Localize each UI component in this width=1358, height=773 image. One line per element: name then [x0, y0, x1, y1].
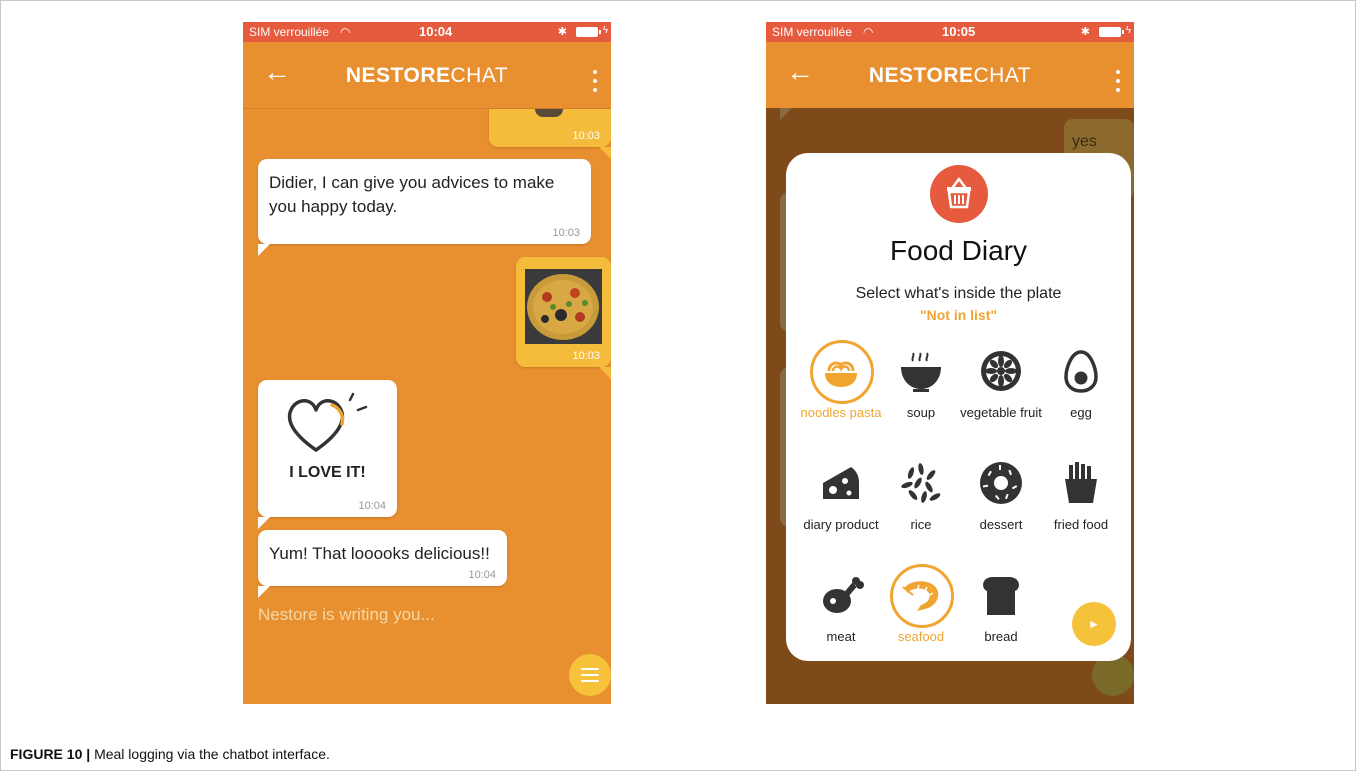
food-diary-dialog: Food Diary Select what's inside the plat…: [786, 153, 1131, 661]
carrier-label: SIM verrouillée: [249, 25, 330, 39]
nav-bar: ← NESTORECHAT: [766, 42, 1134, 108]
figure-frame: [0, 0, 1356, 771]
food-option-meat[interactable]: meat: [800, 565, 882, 645]
food-option-label: rice: [910, 517, 932, 532]
typing-indicator: Nestore is writing you...: [258, 605, 435, 624]
egg-icon: [1051, 341, 1111, 401]
food-option-label: fried food: [1053, 517, 1109, 532]
send-icon[interactable]: ►: [1072, 602, 1116, 646]
bubble-tail: [258, 244, 270, 256]
food-option-noodles[interactable]: noodles pasta: [800, 340, 882, 421]
message-time: 10:04: [468, 569, 496, 581]
message-time: 10:03: [572, 130, 600, 142]
brand-bold: NESTORE: [345, 64, 451, 87]
vegetable-icon: [971, 341, 1031, 401]
battery-icon: [1099, 27, 1124, 37]
user-image-message[interactable]: 10:03: [516, 257, 611, 367]
figure-label: FIGURE 10 |: [10, 746, 91, 762]
message-text: Didier, I can give you advices to make y…: [269, 173, 555, 216]
app-title: NESTORECHAT: [766, 64, 1134, 88]
soup-icon: [891, 341, 951, 401]
message-time: 10:03: [552, 227, 580, 239]
food-option-label: soup: [906, 405, 936, 420]
brand-light: CHAT: [450, 64, 509, 87]
nav-bar: ← NESTORECHAT: [243, 42, 611, 108]
food-option-bread[interactable]: bread: [960, 565, 1042, 645]
food-option-dairy[interactable]: diary product: [800, 453, 882, 533]
clock: 10:05: [942, 24, 976, 39]
food-option-label: seafood: [897, 629, 945, 644]
food-option-label: meat: [826, 629, 856, 644]
food-option-vegetable[interactable]: vegetable fruit: [960, 341, 1042, 421]
wifi-icon: ◠: [863, 25, 874, 39]
selection-hint: "Not in list": [919, 307, 998, 323]
food-option-label: egg: [1070, 405, 1092, 420]
bubble-tail: [599, 367, 611, 379]
food-option-dessert[interactable]: dessert: [960, 453, 1042, 533]
bubble-tail: [780, 108, 792, 120]
clock: 10:04: [419, 24, 453, 39]
bot-text-message[interactable]: Yum! That looooks delicious!! 10:04: [258, 530, 507, 586]
bread-icon: [971, 565, 1031, 625]
bubble-tail: [599, 147, 611, 159]
wifi-icon: ◠: [340, 25, 351, 39]
carrier-label: SIM verrouillée: [772, 25, 853, 39]
paella-photo[interactable]: [525, 269, 602, 344]
chat-screen-right: SIM verrouillée ◠ 10:05 ✱ ϟ ← NESTORECHA…: [766, 22, 1134, 704]
sticker-text: I LOVE IT!: [289, 464, 366, 481]
bubble-tail: [258, 586, 270, 598]
food-option-fried[interactable]: fried food: [1040, 453, 1122, 533]
food-option-label: noodles pasta: [800, 405, 882, 420]
figure-caption: FIGURE 10 | Meal logging via the chatbot…: [10, 746, 330, 762]
bot-sticker-message[interactable]: I LOVE IT! 10:04: [258, 380, 397, 517]
rice-icon: [891, 453, 951, 513]
more-menu-icon[interactable]: [593, 70, 597, 97]
basket-icon: [930, 165, 988, 223]
menu-button[interactable]: [569, 654, 611, 696]
charging-icon: ϟ: [1125, 25, 1131, 36]
brand-light: CHAT: [973, 64, 1032, 87]
bot-text-message[interactable]: Didier, I can give you advices to make y…: [258, 159, 591, 244]
more-menu-icon[interactable]: [1116, 70, 1120, 97]
bluetooth-icon: ✱: [557, 26, 567, 38]
shrimp-icon: [890, 564, 954, 628]
food-option-soup[interactable]: soup: [880, 341, 962, 421]
message-time: 10:04: [358, 500, 386, 512]
food-option-label: vegetable fruit: [960, 405, 1042, 420]
donut-icon: [971, 453, 1031, 513]
food-option-rice[interactable]: rice: [880, 453, 962, 533]
food-option-label: diary product: [803, 517, 879, 532]
food-option-seafood[interactable]: seafood: [880, 564, 962, 645]
bluetooth-icon: ✱: [1080, 26, 1090, 38]
food-option-label: dessert: [979, 517, 1023, 532]
dialog-subtitle: Select what's inside the plate: [855, 285, 1062, 302]
dialog-title: Food Diary: [890, 235, 1027, 266]
charging-icon: ϟ: [602, 25, 608, 36]
heart-sticker-icon: [287, 392, 368, 452]
food-option-label: bread: [984, 629, 1018, 644]
message-time: 10:03: [572, 350, 600, 362]
chat-screen-left: SIM verrouillée ◠ 10:04 ✱ ϟ ← NESTORECHA…: [243, 22, 611, 704]
app-title: NESTORECHAT: [243, 64, 611, 88]
noodles-icon: [810, 340, 874, 404]
caption-text: Meal logging via the chatbot interface.: [94, 746, 330, 762]
dish-image-fragment: [535, 109, 563, 117]
status-bar: SIM verrouillée ◠ 10:04 ✱ ϟ: [243, 22, 611, 42]
bubble-tail: [258, 517, 270, 529]
user-image-message[interactable]: 10:03: [489, 109, 611, 147]
status-bar: SIM verrouillée ◠ 10:05 ✱ ϟ: [766, 22, 1134, 42]
message-text: Yum! That looooks delicious!!: [269, 544, 490, 563]
drumstick-icon: [811, 565, 871, 625]
brand-bold: NESTORE: [868, 64, 974, 87]
hamburger-icon: [581, 668, 599, 686]
battery-icon: [576, 27, 601, 37]
basket-glyph: [947, 177, 971, 209]
food-option-egg[interactable]: egg: [1040, 341, 1122, 421]
fries-icon: [1051, 453, 1111, 513]
message-text: yes: [1072, 133, 1097, 150]
cheese-icon: [811, 453, 871, 513]
